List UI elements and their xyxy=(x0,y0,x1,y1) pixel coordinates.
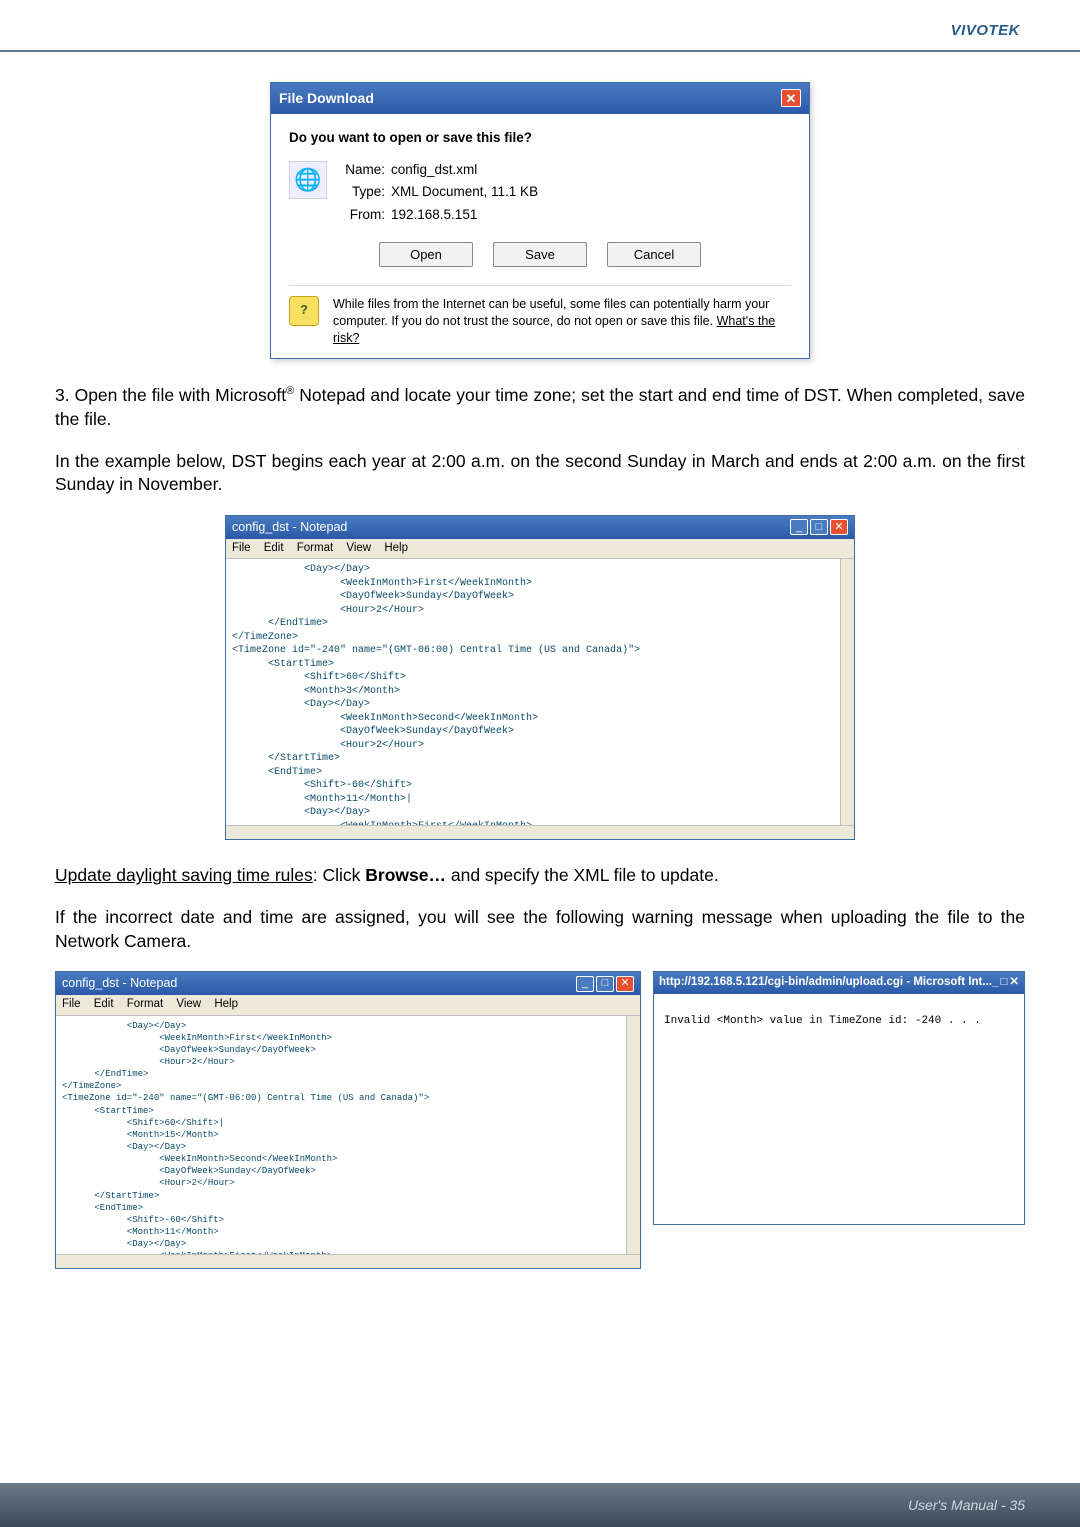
maximize-icon[interactable]: □ xyxy=(1000,975,1007,991)
notepad-menu: File Edit Format View Help xyxy=(226,539,854,560)
scrollbar-vertical[interactable] xyxy=(626,1016,640,1254)
menu-view[interactable]: View xyxy=(176,998,201,1010)
minimize-icon[interactable]: _ xyxy=(992,975,998,991)
menu-format[interactable]: Format xyxy=(127,998,163,1010)
notepad-body[interactable]: <Day></Day> <WeekInMonth>First</WeekInMo… xyxy=(226,559,854,839)
cancel-button[interactable]: Cancel xyxy=(607,242,701,267)
menu-file[interactable]: File xyxy=(62,998,81,1010)
scrollbar-horizontal[interactable] xyxy=(226,825,854,839)
notepad-window-1: config_dst - Notepad _ □ ✕ File Edit For… xyxy=(225,515,855,840)
menu-edit[interactable]: Edit xyxy=(94,998,114,1010)
menu-file[interactable]: File xyxy=(232,542,251,554)
maximize-icon[interactable]: □ xyxy=(596,976,614,992)
warning-icon: ? xyxy=(289,296,319,326)
menu-format[interactable]: Format xyxy=(297,542,333,554)
close-icon[interactable]: ✕ xyxy=(830,519,848,535)
notepad-window-2: config_dst - Notepad _ □ ✕ File Edit For… xyxy=(55,971,641,1268)
notepad-title: config_dst - Notepad xyxy=(62,975,177,992)
notepad-body[interactable]: <Day></Day> <WeekInMonth>First</WeekInMo… xyxy=(56,1016,640,1268)
name-value: config_dst.xml xyxy=(391,161,538,179)
file-download-dialog: File Download ✕ Do you want to open or s… xyxy=(270,82,810,359)
notepad-menu: File Edit Format View Help xyxy=(56,995,640,1016)
type-label: Type: xyxy=(345,183,391,201)
ie-error-body: Invalid <Month> value in TimeZone id: -2… xyxy=(654,994,1024,1224)
from-value: 192.168.5.151 xyxy=(391,206,538,224)
maximize-icon[interactable]: □ xyxy=(810,519,828,535)
open-button[interactable]: Open xyxy=(379,242,473,267)
ie-error-window: http://192.168.5.121/cgi-bin/admin/uploa… xyxy=(653,971,1025,1225)
scrollbar-vertical[interactable] xyxy=(840,559,854,825)
example-para: In the example below, DST begins each ye… xyxy=(55,450,1025,497)
type-value: XML Document, 11.1 KB xyxy=(391,183,538,201)
incorrect-date-para: If the incorrect date and time are assig… xyxy=(55,906,1025,953)
name-label: Name: xyxy=(345,161,391,179)
scrollbar-horizontal[interactable] xyxy=(56,1254,640,1268)
notepad-title: config_dst - Notepad xyxy=(232,519,347,536)
menu-edit[interactable]: Edit xyxy=(264,542,284,554)
ie-title: http://192.168.5.121/cgi-bin/admin/uploa… xyxy=(659,975,992,991)
update-dst-line: Update daylight saving time rules: Click… xyxy=(55,864,1025,888)
minimize-icon[interactable]: _ xyxy=(576,976,594,992)
close-icon[interactable]: ✕ xyxy=(1009,975,1019,991)
brand-label: VIVOTEK xyxy=(951,22,1020,39)
warning-text: While files from the Internet can be use… xyxy=(333,296,791,347)
close-icon[interactable]: ✕ xyxy=(781,89,801,107)
step-3: 3. Open the file with Microsoft® Notepad… xyxy=(55,384,1025,431)
from-label: From: xyxy=(345,206,391,224)
save-button[interactable]: Save xyxy=(493,242,587,267)
file-icon: 🌐 xyxy=(289,161,327,199)
close-icon[interactable]: ✕ xyxy=(616,976,634,992)
menu-help[interactable]: Help xyxy=(214,998,238,1010)
minimize-icon[interactable]: _ xyxy=(790,519,808,535)
menu-view[interactable]: View xyxy=(346,542,371,554)
dialog-question: Do you want to open or save this file? xyxy=(289,129,791,147)
page-footer: User's Manual - 35 xyxy=(0,1483,1080,1527)
dialog-title: File Download xyxy=(279,89,374,108)
menu-help[interactable]: Help xyxy=(384,542,408,554)
